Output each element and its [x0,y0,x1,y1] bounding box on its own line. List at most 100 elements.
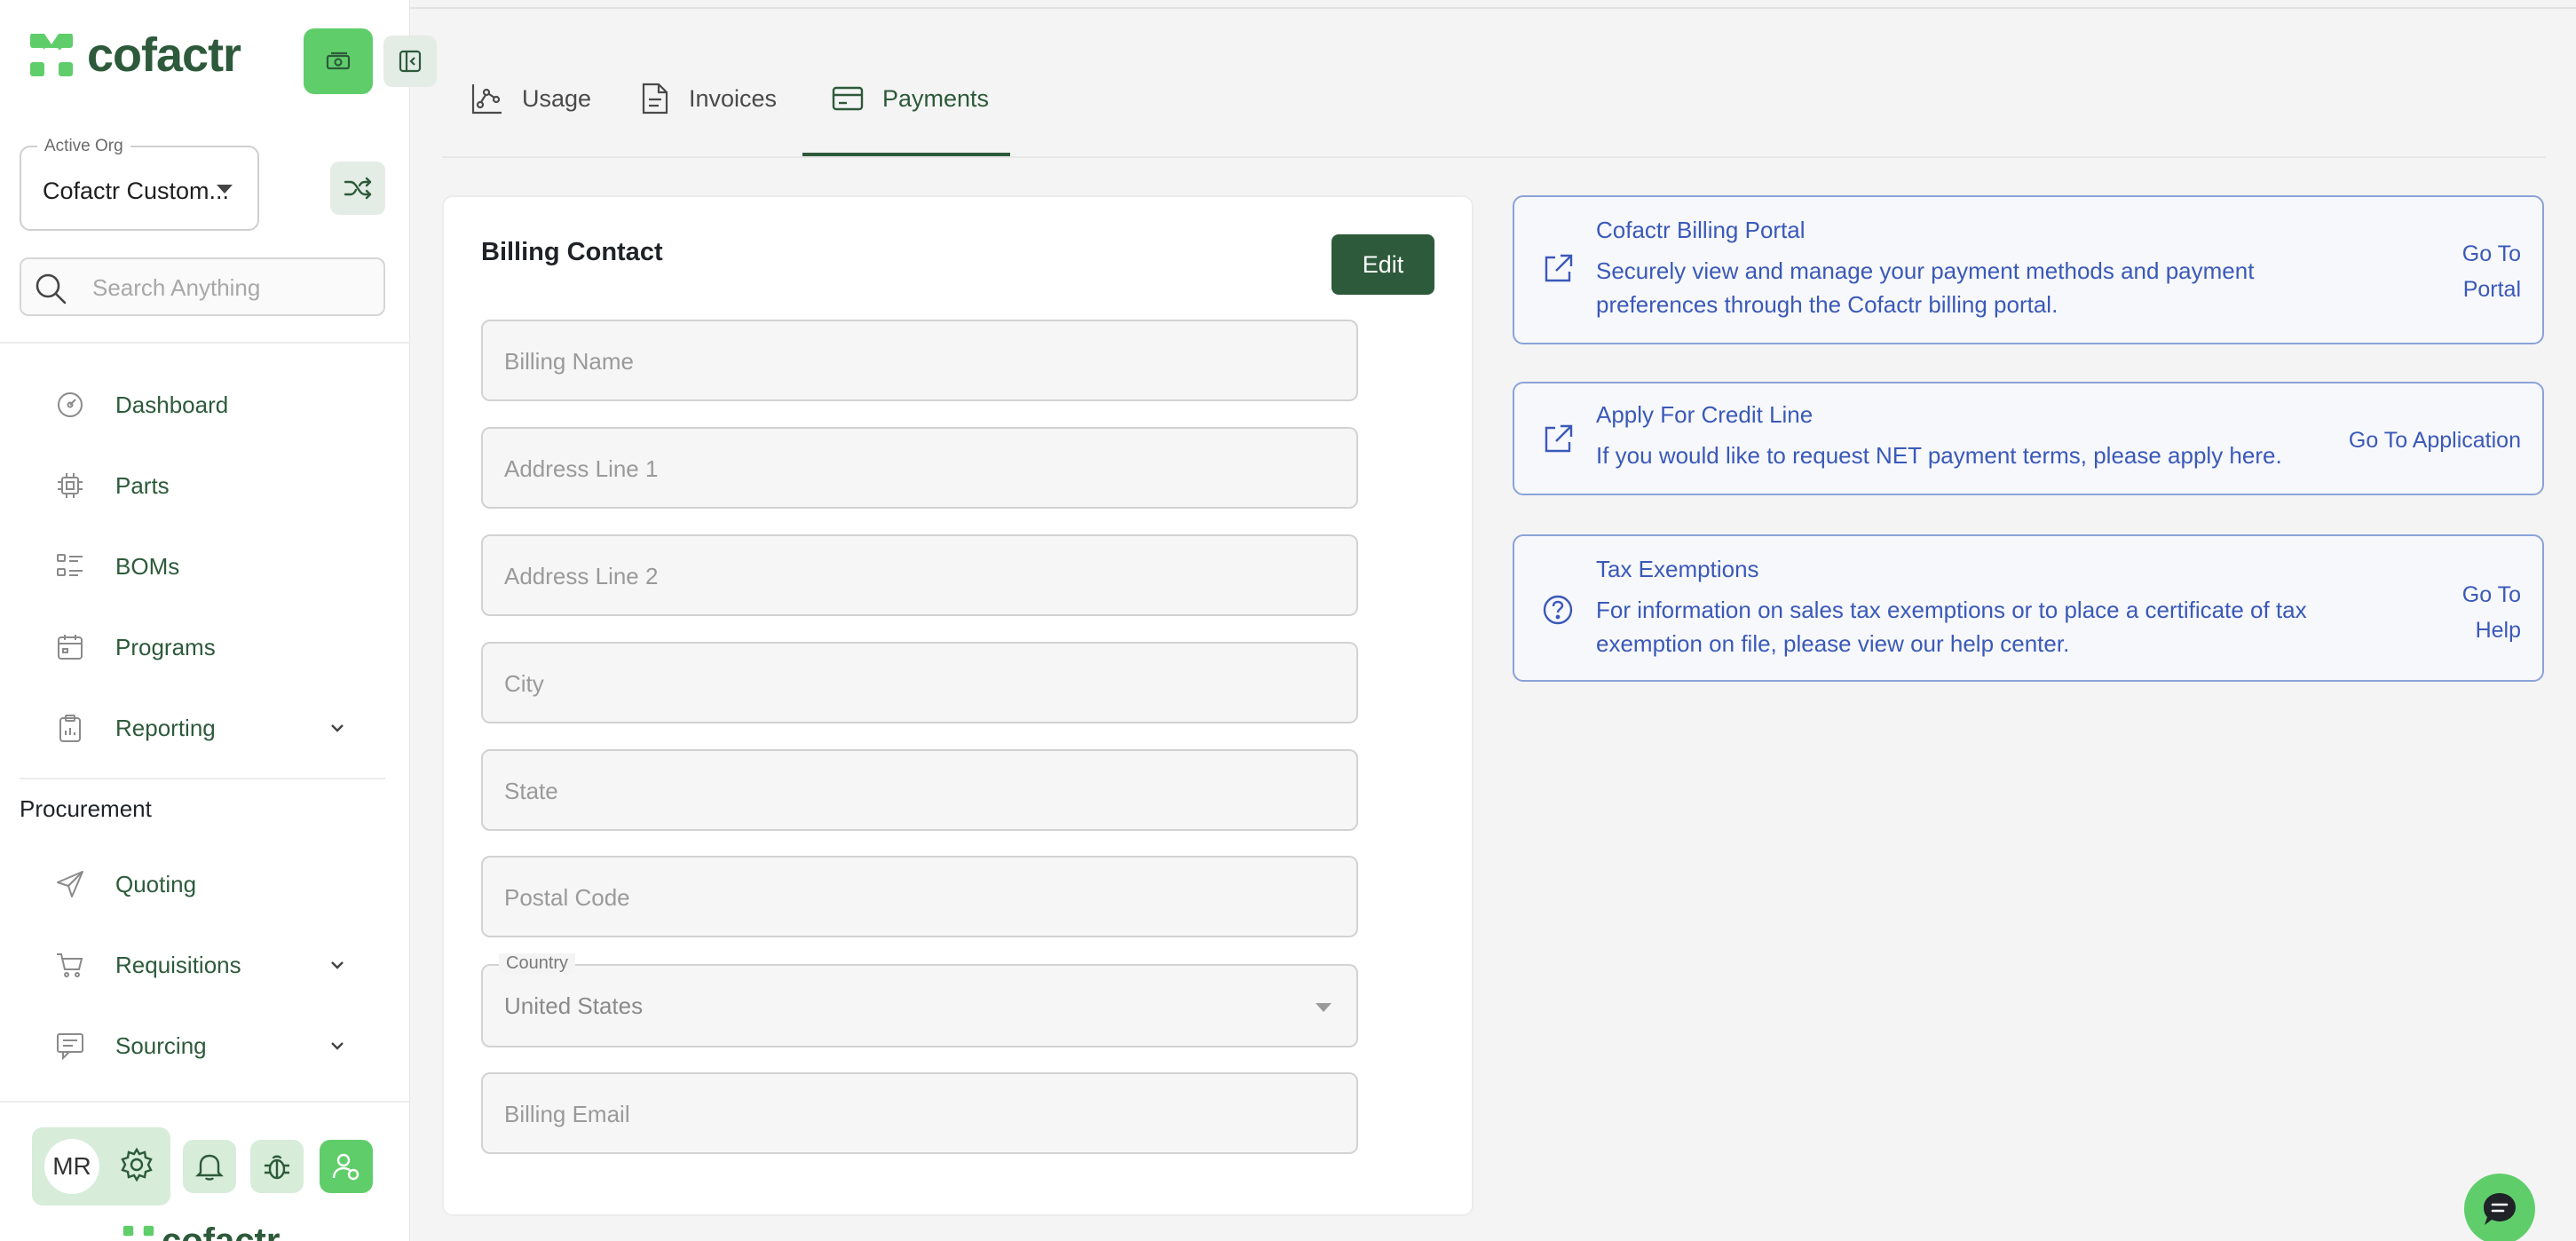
message-icon [55,1031,94,1061]
notifications-button[interactable] [183,1140,236,1193]
sidebar-item-reporting[interactable]: Reporting [55,701,375,755]
collapse-sidebar-button[interactable] [383,36,437,87]
country-select[interactable]: Country United States [481,953,1358,1047]
search-icon [36,273,67,304]
list-icon [55,551,94,581]
address-line-2-field[interactable] [481,534,1358,616]
user-controls: MR [32,1127,170,1205]
logo-text: cofactr [87,28,241,82]
gauge-icon [55,390,94,420]
sidebar-item-programs[interactable]: Programs [55,620,375,674]
edit-button[interactable]: Edit [1331,234,1434,295]
postal-code-input[interactable] [504,881,1330,914]
info-title: Cofactr Billing Portal [1596,217,1806,243]
external-link-icon [1545,254,1573,282]
chevron-down-icon [331,724,344,732]
procurement-section-title: Procurement [20,795,152,822]
bell-icon [195,1154,224,1181]
postal-code-field[interactable] [481,856,1358,937]
sidebar: cofactr Active Org Cofactr Custom... Sea… [0,0,437,1241]
sidebar-item-boms[interactable]: BOMs [55,540,375,593]
chat-button[interactable] [2464,1174,2535,1241]
cofactr-mark-icon [122,1225,154,1237]
info-title: Apply For Credit Line [1596,401,1813,428]
billing-portal-card[interactable]: Cofactr Billing Portal Securely view and… [1513,195,2544,344]
help-circle-icon [1543,595,1573,625]
active-org-select[interactable]: Active Org Cofactr Custom... [20,137,259,231]
billing-email-input[interactable] [504,1097,1330,1131]
address-line-2-input[interactable] [504,559,1330,593]
sidebar-item-label: Requisitions [115,951,241,978]
tab-usage[interactable]: Usage [470,76,591,121]
credit-line-card[interactable]: Apply For Credit Line If you would like … [1513,382,2544,495]
sidebar-divider [20,778,385,779]
search-box[interactable] [20,257,385,316]
sidebar-item-dashboard[interactable]: Dashboard [55,378,375,431]
go-to-portal-link[interactable]: Go To [2462,236,2521,272]
go-to-help-link[interactable]: Go To [2462,577,2521,613]
tab-label: Payments [882,84,990,112]
state-input[interactable] [504,774,1330,808]
go-to-help-link[interactable]: Help [2476,613,2521,648]
address-line-1-field[interactable] [481,427,1358,509]
info-description: exemption on file, please view our help … [1596,630,2070,657]
chevron-down-icon [331,961,344,969]
gear-icon[interactable] [119,1147,154,1182]
active-org-value: Cofactr Custom... [43,178,230,204]
calendar-icon [55,632,94,662]
search-input[interactable] [92,272,367,304]
caret-down-icon [1316,1003,1331,1012]
country-value: United States [504,992,644,1019]
sidebar-divider [0,1101,410,1103]
sidebar-item-label: Dashboard [115,391,229,418]
cart-icon [55,950,94,980]
tab-invoices[interactable]: Invoices [639,76,777,121]
address-line-1-input[interactable] [504,452,1330,486]
footer-logo: cofactr [121,1223,280,1241]
tab-payments[interactable]: Payments [831,76,989,121]
sidebar-item-label: Reporting [115,714,216,741]
info-description: preferences through the Cofactr billing … [1596,291,2058,318]
send-icon [55,869,94,899]
chart-icon [471,84,502,115]
billing-contact-card: Billing Contact Edit Country United Stat… [442,195,1474,1216]
caret-down-icon [217,185,233,194]
switch-org-button[interactable] [330,162,385,215]
credit-card-icon [832,86,864,111]
cofactr-logo[interactable]: cofactr [27,30,241,80]
bug-icon [265,1155,289,1180]
avatar[interactable]: MR [44,1139,99,1194]
sidebar-item-sourcing[interactable]: Sourcing [55,1019,375,1072]
go-to-portal-link[interactable]: Portal [2463,272,2521,307]
billing-name-input[interactable] [504,344,1330,378]
footer-logo-text: cofactr [162,1223,280,1241]
sidebar-item-parts[interactable]: Parts [55,459,375,512]
user-profile-button[interactable] [320,1140,373,1193]
billing-name-field[interactable] [481,320,1358,401]
cofactr-mark-icon [30,34,73,76]
tabs-divider [442,156,2546,158]
tab-label: Usage [522,84,592,112]
sidebar-item-requisitions[interactable]: Requisitions [55,938,375,992]
shuffle-icon [344,177,372,200]
tax-exemptions-card[interactable]: Tax Exemptions For information on sales … [1513,534,2544,682]
money-icon [326,51,351,70]
document-icon [642,83,668,115]
info-description: If you would like to request NET payment… [1596,442,2282,469]
sidebar-item-label: Programs [115,633,216,660]
billing-email-field[interactable] [481,1072,1358,1154]
chat-icon [2484,1193,2516,1225]
city-field[interactable] [481,642,1358,723]
user-check-icon [332,1153,360,1181]
sidebar-item-label: BOMs [115,552,180,580]
external-link-icon [1545,424,1573,453]
top-border [410,7,2576,9]
state-field[interactable] [481,749,1358,831]
sidebar-item-quoting[interactable]: Quoting [55,858,375,911]
chip-icon [55,470,94,501]
billing-button[interactable] [304,28,373,94]
info-title: Tax Exemptions [1596,556,1759,582]
city-input[interactable] [504,667,1330,700]
go-to-application-link[interactable]: Go To Application [2349,423,2521,458]
report-bug-button[interactable] [250,1140,304,1193]
